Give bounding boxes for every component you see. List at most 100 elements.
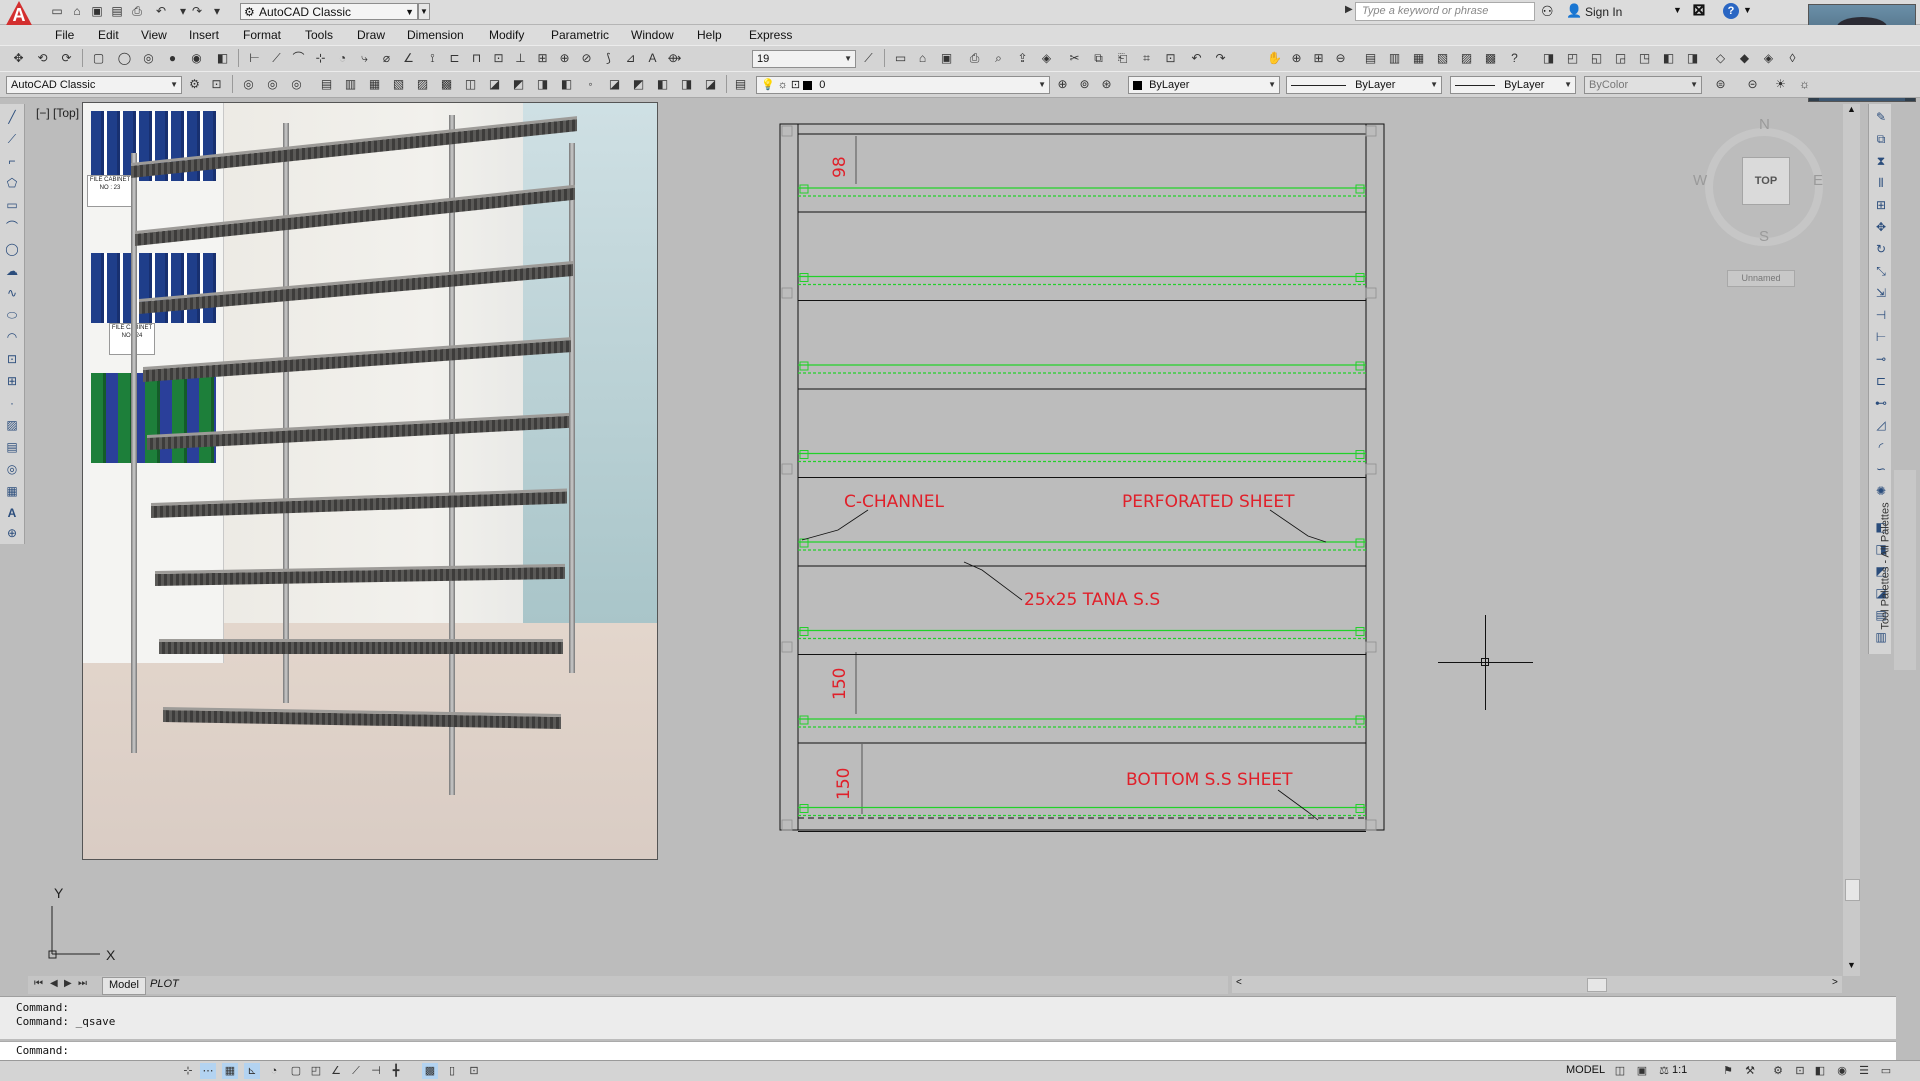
arc-icon[interactable]: ⌒	[3, 218, 21, 236]
zoom-realtime-icon[interactable]: ⊕	[1288, 50, 1305, 67]
construction-line-icon[interactable]: ⟋	[3, 130, 21, 148]
undo-icon[interactable]: ↶	[1188, 50, 1205, 67]
break-icon[interactable]: ⊥	[512, 50, 529, 67]
rotate-icon[interactable]: ↻	[1872, 240, 1890, 258]
linear-dimension-icon[interactable]: ⊢	[246, 50, 263, 67]
workspace-settings-icon[interactable]: ⚙	[186, 76, 203, 93]
label-bottom-ss-sheet[interactable]: BOTTOM S.S SHEET	[1126, 770, 1293, 790]
cylinder-icon[interactable]: ◎	[140, 50, 157, 67]
color-select[interactable]: ByLayer ▼	[1128, 76, 1280, 94]
scroll-up-icon[interactable]: ▲	[1847, 104, 1856, 114]
jogged-icon[interactable]: ⤷	[356, 50, 373, 67]
tool-palettes-strip[interactable]: Tool Palettes - All Palettes	[1880, 470, 1916, 670]
vertical-scroll-thumb[interactable]	[1845, 879, 1860, 901]
menu-file[interactable]: File	[55, 28, 74, 42]
pan-icon[interactable]: ✋	[1266, 50, 1283, 67]
dynamic-input-icon[interactable]: ⊣	[368, 1063, 384, 1079]
erase-icon[interactable]: ✎	[1872, 108, 1890, 126]
tool-palettes-icon[interactable]: ▦	[1410, 50, 1427, 67]
undo-icon[interactable]: ↶	[154, 4, 168, 18]
continue-icon[interactable]: ⊓	[468, 50, 485, 67]
revcloud-icon[interactable]: ☁	[3, 262, 21, 280]
horizontal-scroll-thumb[interactable]	[1587, 978, 1607, 992]
open-icon[interactable]: ⌂	[914, 50, 931, 67]
move-icon[interactable]: ✥	[1872, 218, 1890, 236]
workspace-switching-icon[interactable]: ⚙	[1770, 1063, 1786, 1079]
layer-manager-icon[interactable]: ▤	[732, 76, 749, 93]
cut-icon[interactable]: ✂	[1066, 50, 1083, 67]
layer-translate-icon[interactable]: ◧	[558, 76, 575, 93]
lock-ui-icon[interactable]: ⊡	[1792, 1063, 1808, 1079]
qnew-icon[interactable]: ▭	[892, 50, 909, 67]
menu-parametric[interactable]: Parametric	[551, 28, 609, 42]
plot-icon[interactable]: ⎙	[966, 50, 983, 67]
layer-delete-icon[interactable]: ◨	[534, 76, 551, 93]
layer-properties-icon[interactable]: ▤	[318, 76, 335, 93]
redo-icon[interactable]: ↷	[190, 4, 204, 18]
publish-icon[interactable]: ⇪	[1014, 50, 1031, 67]
annotation-scale-value[interactable]: 1:1	[1672, 1064, 1687, 1076]
annotation-scale-icon[interactable]: ⚖	[1656, 1063, 1672, 1079]
customization-icon[interactable]: ☰	[1856, 1063, 1872, 1079]
dimension-text-bottom[interactable]: 150	[834, 768, 854, 800]
hatch-back-icon[interactable]: ▥	[1872, 628, 1890, 646]
visual-style-icon[interactable]: ◧	[214, 50, 231, 67]
viewcube[interactable]: N S E W TOP	[1693, 112, 1825, 262]
blend-icon[interactable]: ∽	[1872, 460, 1890, 478]
workspace-combo[interactable]: AutoCAD Classic ▼	[6, 76, 182, 94]
top-view-icon[interactable]: ◰	[1564, 50, 1581, 67]
match-properties-icon[interactable]: ⌗	[1138, 50, 1155, 67]
polyline-icon[interactable]: ⌐	[3, 152, 21, 170]
aligned-dimension-icon[interactable]: ⟋	[268, 50, 285, 67]
array-icon[interactable]: ⊞	[1872, 196, 1890, 214]
command-line-input[interactable]: Command:	[0, 1041, 1896, 1061]
menu-draw[interactable]: Draw	[357, 28, 385, 42]
help-icon[interactable]: ?	[1506, 50, 1523, 67]
named-views-icon[interactable]: ⊜	[1712, 76, 1729, 93]
layer-isolate-icon[interactable]: ▧	[390, 76, 407, 93]
hatch-icon[interactable]: ▨	[3, 416, 21, 434]
menu-tools[interactable]: Tools	[305, 28, 333, 42]
sign-in-link[interactable]: Sign In	[1585, 5, 1622, 19]
dimension-text-edit-icon[interactable]: A	[644, 50, 661, 67]
sheet-set-icon[interactable]: ▧	[1434, 50, 1451, 67]
menu-help[interactable]: Help	[697, 28, 722, 42]
layer-state-icon[interactable]: ▥	[342, 76, 359, 93]
visual-hidden-icon[interactable]: ◎	[288, 76, 305, 93]
dynamic-ucs-icon[interactable]: ⟋	[348, 1063, 364, 1079]
print-icon[interactable]: ⎙	[130, 4, 144, 18]
label-c-channel[interactable]: C-CHANNEL	[844, 492, 944, 512]
dimension-text-mid[interactable]: 150	[830, 668, 850, 700]
quick-view-layouts-icon[interactable]: ◫	[1612, 1063, 1628, 1079]
compass-west[interactable]: W	[1693, 172, 1707, 189]
break-at-point-icon[interactable]: ⊸	[1872, 350, 1890, 368]
tab-model[interactable]: Model	[102, 977, 146, 995]
compass-south[interactable]: S	[1759, 228, 1769, 245]
horizontal-scrollbar[interactable]: < >	[1232, 976, 1842, 993]
workspace-select[interactable]: ⚙ AutoCAD Classic ▼	[240, 3, 418, 20]
inspect-icon[interactable]: ⊘	[578, 50, 595, 67]
workspace-save-icon[interactable]: ⊡	[208, 76, 225, 93]
back-view-icon[interactable]: ◨	[1684, 50, 1701, 67]
zoom-window-icon[interactable]: ⊞	[1310, 50, 1327, 67]
infer-constraints-icon[interactable]: ⊹	[180, 1063, 196, 1079]
layer-states-icon[interactable]: ⊛	[1098, 76, 1115, 93]
layer-copy-icon[interactable]: ◪	[606, 76, 623, 93]
jogged-linear-icon[interactable]: ⟆	[600, 50, 617, 67]
menu-view[interactable]: View	[141, 28, 167, 42]
layer-unisolate-icon[interactable]: ◨	[678, 76, 695, 93]
auto-scale-icon[interactable]: ⚒	[1742, 1063, 1758, 1079]
isolate-objects-icon[interactable]: ◉	[1834, 1063, 1850, 1079]
camera-icon[interactable]: ⊝	[1744, 76, 1761, 93]
quick-view-drawings-icon[interactable]: ▣	[1634, 1063, 1650, 1079]
3d-dwf-icon[interactable]: ◈	[1038, 50, 1055, 67]
dimension-update-icon[interactable]: ⟴	[666, 50, 683, 67]
tolerance-icon[interactable]: ⊞	[534, 50, 551, 67]
new-file-icon[interactable]: ▭	[50, 4, 64, 18]
paste-icon[interactable]: ⎗	[1114, 50, 1131, 67]
dimension-style-icon[interactable]: ⟋	[860, 50, 877, 67]
chamfer-icon[interactable]: ◿	[1872, 416, 1890, 434]
region-icon[interactable]: ◎	[3, 460, 21, 478]
layer-unlock-icon[interactable]: ◪	[702, 76, 719, 93]
baseline-icon[interactable]: ⊏	[446, 50, 463, 67]
